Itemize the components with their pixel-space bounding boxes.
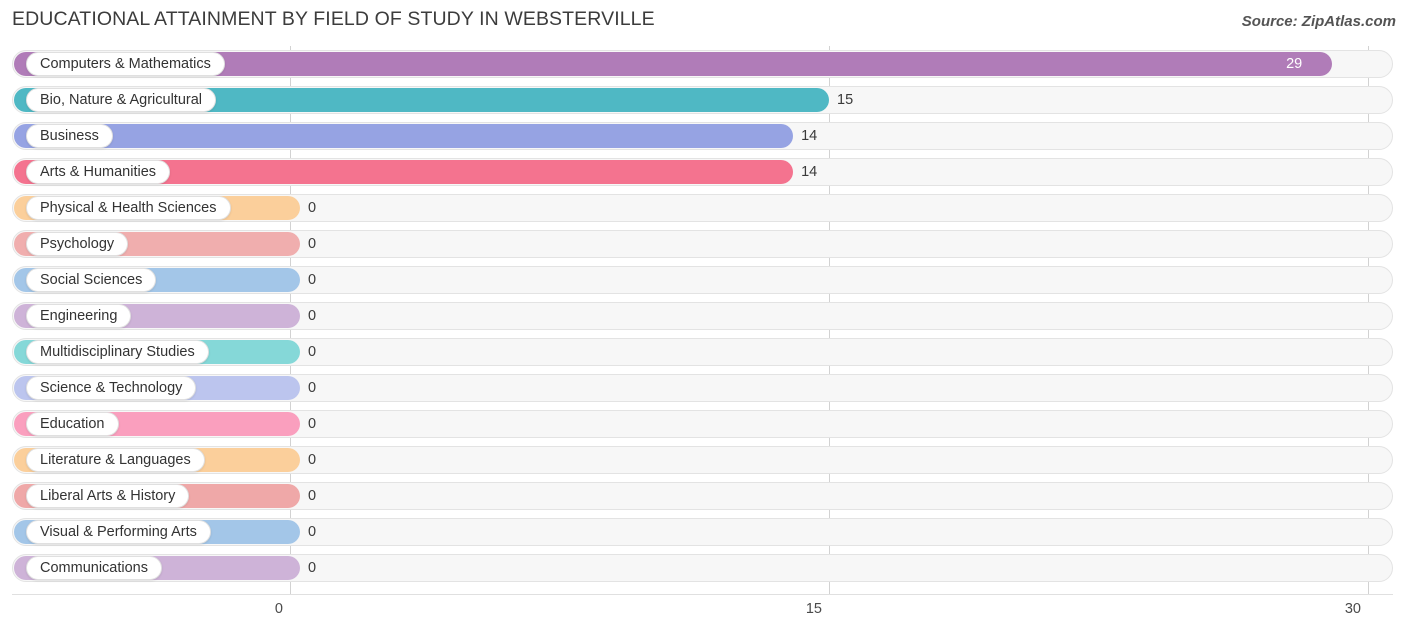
bar-label-pill: Arts & Humanities: [26, 160, 171, 184]
bar-label-pill: Multidisciplinary Studies: [26, 340, 209, 364]
bar-value-label: 0: [308, 488, 317, 504]
bar-value-label: 14: [801, 128, 818, 144]
bar-row[interactable]: Science & Technology 0: [0, 370, 1406, 406]
bar-category-label: Literature & Languages: [40, 451, 191, 468]
bar-value-label: 0: [308, 344, 317, 360]
bar-label-pill: Psychology: [26, 232, 129, 256]
bar-category-label: Engineering: [40, 307, 118, 324]
bar-label-pill: Engineering: [26, 304, 132, 328]
x-tick-label: 30: [1344, 601, 1361, 617]
bar-row[interactable]: Social Sciences 0: [0, 262, 1406, 298]
bar-value-label: 0: [308, 380, 317, 396]
bar-value-label: 29: [1286, 56, 1303, 72]
bar-category-label: Multidisciplinary Studies: [40, 343, 195, 360]
bar-label-pill: Business: [26, 124, 113, 148]
bar-value-label: 0: [308, 272, 317, 288]
source-attribution: Source: ZipAtlas.com: [1241, 13, 1396, 30]
bar-category-label: Education: [40, 415, 105, 432]
bar-row[interactable]: Bio, Nature & Agricultural 15: [0, 82, 1406, 118]
bar-category-label: Communications: [40, 559, 148, 576]
bar-category-label: Computers & Mathematics: [40, 55, 211, 72]
bar-label-pill: Communications: [26, 556, 162, 580]
bar-value-label: 0: [308, 308, 317, 324]
bar-label-pill: Science & Technology: [26, 376, 197, 400]
bar-label-pill: Bio, Nature & Agricultural: [26, 88, 216, 112]
bar-label-pill: Social Sciences: [26, 268, 157, 292]
bar-row[interactable]: Visual & Performing Arts 0: [0, 514, 1406, 550]
bar-value-label: 14: [801, 164, 818, 180]
bar-label-pill: Liberal Arts & History: [26, 484, 190, 508]
bar-row[interactable]: Arts & Humanities 14: [0, 154, 1406, 190]
bar-category-label: Visual & Performing Arts: [40, 523, 197, 540]
bar-value-label: 0: [308, 560, 317, 576]
bar-category-label: Physical & Health Sciences: [40, 199, 217, 216]
bar-label-pill: Computers & Mathematics: [26, 52, 225, 76]
bar-row[interactable]: Literature & Languages 0: [0, 442, 1406, 478]
bar-category-label: Business: [40, 127, 99, 144]
bar-category-label: Bio, Nature & Agricultural: [40, 91, 202, 108]
bar-row[interactable]: Business 14: [0, 118, 1406, 154]
bar-label-pill: Physical & Health Sciences: [26, 196, 231, 220]
bar-row[interactable]: Psychology 0: [0, 226, 1406, 262]
bar-value-label: 0: [308, 452, 317, 468]
bar-category-label: Science & Technology: [40, 379, 183, 396]
bar-value-label: 15: [837, 92, 854, 108]
bar-label-pill: Literature & Languages: [26, 448, 205, 472]
bar-row[interactable]: Liberal Arts & History 0: [0, 478, 1406, 514]
bar-row[interactable]: Physical & Health Sciences 0: [0, 190, 1406, 226]
bar-row[interactable]: Education 0: [0, 406, 1406, 442]
x-axis: 0 15 30: [0, 594, 1406, 632]
chart-header: EDUCATIONAL ATTAINMENT BY FIELD OF STUDY…: [0, 0, 1406, 44]
bar-label-pill: Education: [26, 412, 119, 436]
bar-category-label: Liberal Arts & History: [40, 487, 176, 504]
x-tick-label: 15: [805, 601, 822, 617]
bar-row[interactable]: Communications 0: [0, 550, 1406, 586]
bar-label-pill: Visual & Performing Arts: [26, 520, 211, 544]
bar-rows: Computers & Mathematics 29 Bio, Nature & A…: [0, 46, 1406, 586]
bar-category-label: Arts & Humanities: [40, 163, 157, 180]
bar-value-label: 0: [308, 416, 317, 432]
bar-category-label: Social Sciences: [40, 271, 143, 288]
axis-line: [12, 594, 1393, 595]
x-tick-label: 0: [274, 601, 283, 617]
bar-row[interactable]: Engineering 0: [0, 298, 1406, 334]
chart-plot-area: Computers & Mathematics 29 Bio, Nature & A…: [0, 46, 1406, 594]
bar-value-label: 0: [308, 200, 317, 216]
bar-value-label: 0: [308, 236, 317, 252]
bar-row[interactable]: Multidisciplinary Studies 0: [0, 334, 1406, 370]
bar-value-label: 0: [308, 524, 317, 540]
bar-category-label: Psychology: [40, 235, 115, 252]
bar-row[interactable]: Computers & Mathematics 29: [0, 46, 1406, 82]
page-title: EDUCATIONAL ATTAINMENT BY FIELD OF STUDY…: [12, 8, 655, 30]
bar[interactable]: [14, 124, 794, 148]
